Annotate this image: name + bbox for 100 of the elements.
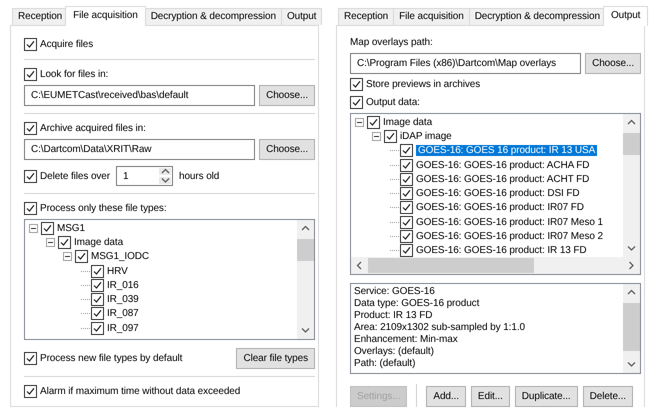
checkbox[interactable] <box>24 352 37 365</box>
checkbox[interactable] <box>24 385 37 398</box>
checkbox-label: Alarm if maximum time without data exceeded <box>40 386 240 397</box>
checkbox[interactable] <box>400 158 413 172</box>
action-button[interactable]: Duplicate... <box>514 386 578 406</box>
checkbox[interactable] <box>400 187 413 200</box>
tree-item: IR_097 <box>107 322 139 334</box>
checkbox-label: Process only these file types: <box>40 203 167 214</box>
checkbox-label: Process new file types by default <box>40 353 182 364</box>
tree-item: MSG1_IODC <box>91 251 150 262</box>
checkbox[interactable] <box>24 122 37 135</box>
checkbox[interactable] <box>400 230 413 244</box>
scroll-right-icon[interactable] <box>628 261 635 270</box>
action-button[interactable]: Delete... <box>582 386 633 406</box>
tree-item: GOES-16: GOES-16 product: DSI FD <box>416 188 580 200</box>
field-label: hours old <box>179 170 220 182</box>
tree-item: GOES-16: GOES-16 product: IR 13 FD <box>416 245 587 256</box>
tree-item: GOES-16: GOES 16 product: IR 13 USA <box>416 145 598 156</box>
checkbox[interactable] <box>24 202 37 215</box>
checkbox[interactable] <box>91 322 104 335</box>
field-label: Map overlays path: <box>350 37 434 50</box>
tab[interactable]: Output <box>280 8 322 25</box>
scrollbar-thumb[interactable] <box>297 239 314 261</box>
scroll-up-icon[interactable] <box>627 289 636 296</box>
info-line: Path: (default) <box>354 358 416 370</box>
tree-item: IR_016 <box>107 280 139 291</box>
checkbox[interactable] <box>24 38 37 51</box>
info-line: Enhancement: Min-max <box>354 334 459 346</box>
browse-button[interactable]: Choose... <box>585 53 641 74</box>
collapse-icon[interactable] <box>355 118 364 127</box>
checkbox[interactable] <box>400 244 413 257</box>
tab[interactable]: File acquisition <box>65 6 146 26</box>
checkbox[interactable] <box>24 170 37 182</box>
scroll-up-icon[interactable] <box>301 225 310 232</box>
spin-box[interactable]: 1 <box>116 166 173 186</box>
browse-button[interactable]: Choose... <box>259 139 315 160</box>
tree-item: GOES-16: GOES-16 product: IR07 Meso 2 <box>416 231 603 242</box>
tree-item: GOES-16: GOES-16 product: ACHA FD <box>416 160 590 171</box>
checkbox[interactable] <box>91 278 104 292</box>
checkbox[interactable] <box>350 78 363 91</box>
info-line: Area: 2109x1302 sub-sampled by 1:1.0 <box>354 322 526 334</box>
tree-item: GOES-16: GOES-16 product: IR07 FD <box>416 202 584 214</box>
info-line: Service: GOES-16 <box>354 286 436 298</box>
checkbox[interactable] <box>400 144 413 158</box>
clear-button[interactable]: Clear file types <box>236 348 315 369</box>
collapse-icon[interactable] <box>29 224 38 233</box>
checkbox[interactable] <box>91 307 104 320</box>
checkbox[interactable] <box>400 172 413 186</box>
checkbox[interactable] <box>400 216 413 229</box>
tree-item: MSG1 <box>57 222 85 234</box>
tree-item: GOES-16: GOES-16 product: IR07 Meso 1 <box>416 216 603 228</box>
tree-item: HRV <box>107 266 128 277</box>
scrollbar-thumb[interactable] <box>623 303 640 351</box>
scrollbar-thumb[interactable] <box>623 133 640 155</box>
checkbox-label: Store previews in archives <box>366 79 480 90</box>
tab[interactable]: Output <box>602 6 648 26</box>
scroll-down-icon[interactable] <box>301 327 310 334</box>
checkbox[interactable] <box>58 236 71 249</box>
checkbox-label: Delete files over <box>40 170 110 182</box>
checkbox[interactable] <box>367 116 380 129</box>
checkbox-label: Archive acquired files in: <box>40 123 146 134</box>
scroll-down-icon[interactable] <box>627 361 636 368</box>
spin-down-icon[interactable] <box>160 177 170 184</box>
info-line: Overlays: (default) <box>354 346 435 358</box>
tree-item: Image data <box>74 236 124 248</box>
checkbox[interactable] <box>384 130 397 143</box>
checkbox[interactable] <box>400 201 413 214</box>
checkbox-label: Look for files in: <box>40 69 108 80</box>
checkbox[interactable] <box>350 96 363 109</box>
tab[interactable]: Decryption & decompression <box>468 8 606 25</box>
scroll-left-icon[interactable] <box>356 261 363 270</box>
scroll-down-icon[interactable] <box>627 245 636 252</box>
tab[interactable]: Reception <box>338 8 394 25</box>
browse-button[interactable]: Choose... <box>259 85 315 106</box>
tree-item: GOES-16: GOES-16 product: ACHT FD <box>416 174 590 185</box>
collapse-icon[interactable] <box>63 252 72 262</box>
action-button[interactable]: Add... <box>426 386 466 406</box>
tree-item: Image data <box>383 116 432 128</box>
path-field[interactable]: C:\EUMETCast\received\bas\default <box>24 85 256 106</box>
collapse-icon[interactable] <box>46 238 55 247</box>
tree-item: IR_039 <box>107 294 139 306</box>
checkbox[interactable] <box>75 250 88 264</box>
path-field[interactable]: C:\Dartcom\Data\XRIT\Raw <box>24 139 256 160</box>
checkbox-label: Acquire files <box>40 39 94 50</box>
scroll-up-icon[interactable] <box>627 119 636 126</box>
checkbox[interactable] <box>91 293 104 306</box>
tree-view[interactable]: MSG1 Image data MSG1_IODC HRV IR_016 IR_039 IR_087 IR_097 <box>24 219 315 340</box>
checkbox[interactable] <box>41 222 54 235</box>
action-button[interactable]: Edit... <box>470 386 510 406</box>
checkbox[interactable] <box>91 264 104 278</box>
collapse-icon[interactable] <box>372 132 381 141</box>
path-field[interactable]: C:\Program Files (x86)\Dartcom\Map overlays <box>350 53 582 74</box>
info-line: Product: IR 13 FD <box>354 310 434 322</box>
tab[interactable]: Decryption & decompression <box>144 8 282 25</box>
spin-up-icon[interactable] <box>160 168 170 175</box>
tree-view[interactable] <box>350 113 641 275</box>
tab[interactable]: File acquisition <box>393 8 470 25</box>
checkbox[interactable] <box>24 68 37 81</box>
tree-item: IR_087 <box>107 308 139 320</box>
horizontal-scrollbar[interactable] <box>351 257 640 274</box>
